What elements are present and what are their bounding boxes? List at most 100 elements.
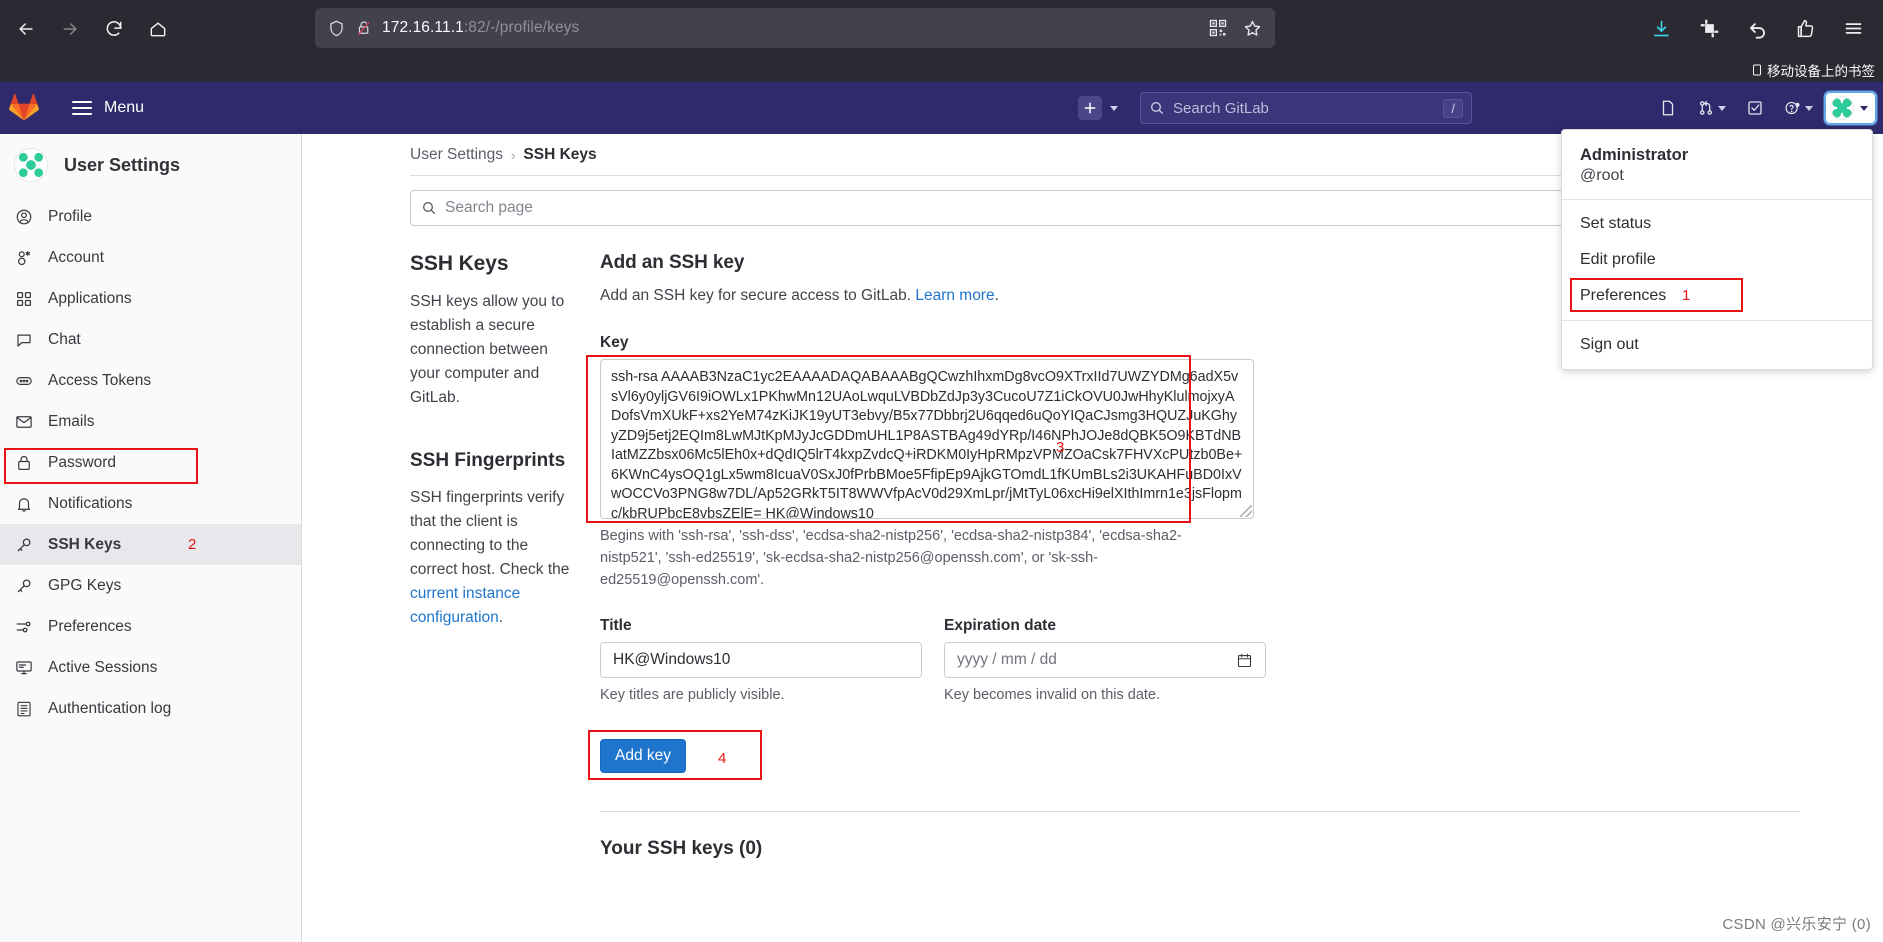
ssh-keys-heading: SSH Keys (410, 252, 509, 275)
sidebar-label: SSH Keys (48, 535, 122, 553)
main-menu-label: Menu (104, 99, 145, 116)
browser-extension-buttons (1641, 8, 1873, 48)
expiry-placeholder: yyyy / mm / dd (957, 651, 1057, 669)
dropdown-item-sign-out[interactable]: Sign out (1562, 327, 1872, 363)
app-menu-button[interactable] (1833, 8, 1873, 48)
address-bar-actions (1208, 18, 1263, 39)
chat-bubble-icon (14, 331, 34, 349)
sidebar-item-ssh-keys[interactable]: SSH Keys 2 (0, 524, 301, 565)
address-bar[interactable]: 172.16.11.1:82/-/profile/keys (315, 8, 1275, 48)
sidebar-item-account[interactable]: Account (0, 237, 301, 278)
breadcrumb-parent[interactable]: User Settings (410, 146, 503, 164)
help-button[interactable] (1777, 93, 1820, 123)
sidebar-label: Chat (48, 330, 81, 348)
bookmark-mobile-folder[interactable]: 移动设备上的书签 (1747, 58, 1879, 82)
lock-icon (14, 454, 34, 472)
monitor-icon (14, 659, 34, 677)
sidebar-label: Active Sessions (48, 658, 158, 676)
your-ssh-keys-heading: Your SSH keys (0) (600, 838, 763, 860)
back-button[interactable] (6, 9, 46, 49)
key-textarea-wrapper: ssh-rsa AAAAB3NzaC1yc2EAAAADAQABAAABgQCw… (586, 355, 1254, 524)
help-question-icon (1785, 101, 1800, 115)
title-input[interactable]: HK@Windows10 (600, 642, 922, 679)
search-input[interactable]: Search GitLab / (1140, 92, 1472, 124)
sidebar-item-authentication-log[interactable]: Authentication log (0, 688, 301, 729)
section-divider (600, 811, 1800, 813)
reload-button[interactable] (94, 9, 134, 49)
user-menu-button[interactable] (1826, 93, 1875, 123)
sidebar-label: Emails (48, 412, 95, 430)
annotation-number-4: 4 (718, 750, 727, 768)
issues-icon (1662, 100, 1674, 116)
merge-request-icon (1699, 101, 1713, 115)
sidebar-label: Access Tokens (48, 371, 152, 389)
sidebar-label: Notifications (48, 494, 133, 512)
sidebar-item-profile[interactable]: Profile (0, 196, 301, 237)
sidebar-label: Profile (48, 207, 92, 225)
url-path: :82/-/profile/keys (463, 19, 580, 36)
qr-code-icon[interactable] (1208, 18, 1228, 38)
sidebar-item-access-tokens[interactable]: Access Tokens (0, 360, 301, 401)
sidebar-label: Applications (48, 289, 132, 307)
sidebar-item-password[interactable]: Password (0, 442, 301, 483)
sidebar-item-applications[interactable]: Applications (0, 278, 301, 319)
add-key-button[interactable]: Add key (600, 739, 687, 774)
bookmarks-bar: 移动设备上的书签 (0, 58, 1883, 82)
submit-row: Add key 4 (588, 730, 800, 781)
calendar-icon[interactable] (1236, 652, 1253, 669)
dropdown-item-preferences[interactable]: Preferences 1 (1562, 278, 1872, 314)
downloads-button[interactable] (1641, 8, 1681, 48)
new-item-button[interactable] (1078, 96, 1102, 120)
bookmark-star-icon[interactable] (1242, 18, 1263, 39)
user-circle-icon (14, 208, 34, 226)
fingerprints-text-2: . (498, 609, 504, 627)
dropdown-separator (1562, 320, 1872, 321)
sidebar-item-gpg-keys[interactable]: GPG Keys (0, 565, 301, 606)
thumbs-up-button[interactable] (1785, 8, 1825, 48)
bookmark-mobile-label: 移动设备上的书签 (1767, 64, 1875, 79)
instance-configuration-link[interactable]: current instance configuration (410, 585, 520, 626)
learn-more-link[interactable]: Learn more (915, 287, 994, 304)
dropdown-item-edit-profile[interactable]: Edit profile (1562, 242, 1872, 278)
new-item-chevron[interactable] (1106, 105, 1122, 111)
home-icon (150, 22, 166, 37)
url-host: 172.16.11.1 (382, 19, 464, 36)
forward-button[interactable] (50, 9, 90, 49)
key-icon (14, 536, 34, 554)
annotation-number-2: 2 (188, 536, 197, 553)
sidebar-item-preferences[interactable]: Preferences (0, 606, 301, 647)
watermark: CSDN @兴乐安宁 (0) (1722, 916, 1871, 933)
sidebar-item-chat[interactable]: Chat (0, 319, 301, 360)
hamburger-menu-icon (1845, 22, 1861, 34)
sidebar-item-active-sessions[interactable]: Active Sessions (0, 647, 301, 688)
todos-button[interactable] (1739, 93, 1771, 123)
expiry-input[interactable]: yyyy / mm / dd (944, 642, 1266, 679)
breadcrumb-current: SSH Keys (523, 146, 597, 163)
fingerprints-text-1: SSH fingerprints verify that the client … (410, 489, 570, 579)
title-label: Title (600, 617, 632, 635)
key-textarea[interactable]: ssh-rsa AAAAB3NzaC1yc2EAAAADAQABAAABgQCw… (600, 359, 1254, 520)
sidebar-label: Authentication log (48, 699, 172, 717)
undo-button[interactable] (1737, 8, 1777, 48)
main-menu-button[interactable]: Menu (62, 93, 154, 123)
issues-button[interactable] (1652, 93, 1684, 123)
dropdown-item-set-status[interactable]: Set status (1562, 206, 1872, 242)
screenshot-crop-button[interactable] (1689, 8, 1729, 48)
expiry-label: Expiration date (944, 617, 1056, 635)
sidebar-header[interactable]: User Settings (0, 134, 301, 196)
bell-icon (14, 495, 34, 513)
dropdown-user-name: Administrator (1580, 146, 1689, 164)
expiry-field-group: Expiration date yyyy / mm / dd Key becom… (944, 617, 1266, 707)
search-icon (423, 202, 435, 214)
ssh-fingerprints-description: SSH fingerprints verify that the client … (410, 486, 572, 630)
shield-icon (330, 20, 343, 36)
sidebar-item-notifications[interactable]: Notifications (0, 483, 301, 524)
textarea-resize-grip[interactable] (1240, 505, 1252, 518)
dropdown-username: @root (1580, 167, 1624, 184)
gitlab-logo[interactable] (8, 92, 40, 124)
gitlab-tanuki-icon (9, 93, 39, 121)
home-button[interactable] (138, 9, 178, 49)
merge-requests-button[interactable] (1690, 93, 1733, 123)
sidebar-item-emails[interactable]: Emails (0, 401, 301, 442)
todo-checkbox-icon (1748, 101, 1762, 115)
